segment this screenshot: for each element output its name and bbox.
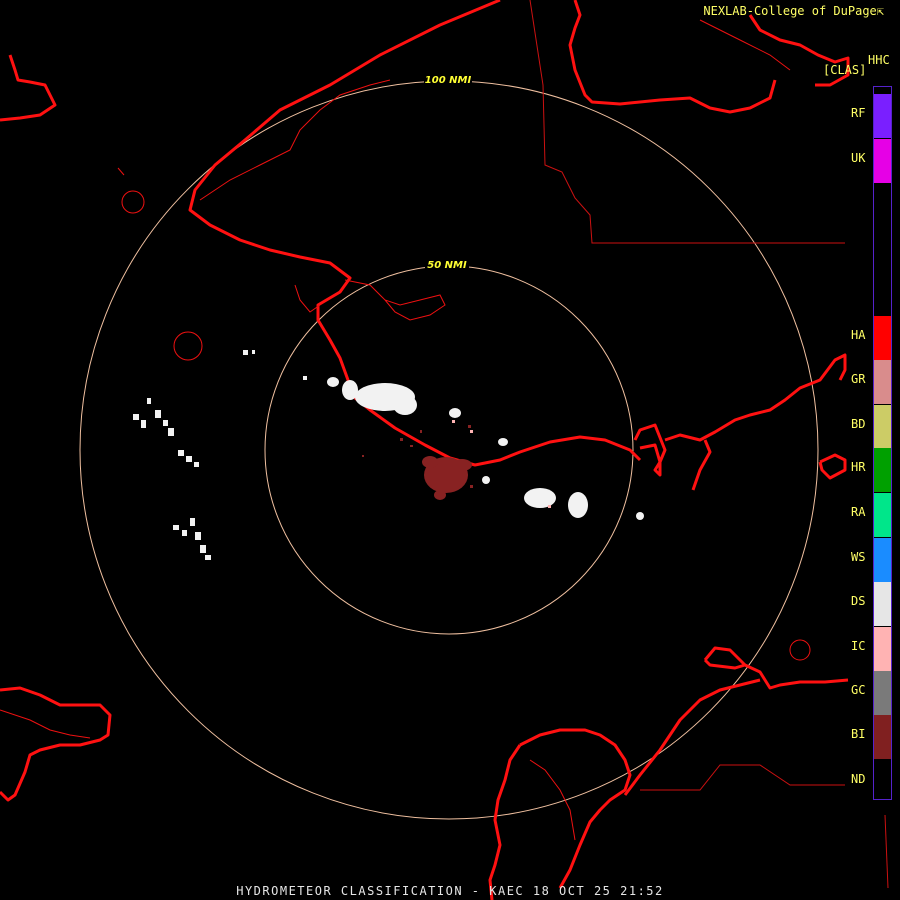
legend-label-ds: DS <box>851 594 866 608</box>
legend-label-ra: RA <box>851 505 866 519</box>
legend-swatch-uk <box>874 139 891 183</box>
product-tag: [CLAS] <box>823 63 867 77</box>
credit-mark-icon: ⇱ <box>876 4 884 18</box>
coastal-details <box>0 19 811 841</box>
radar-returns <box>133 350 644 560</box>
legend-label-ws: WS <box>851 550 866 564</box>
legend-swatch-bd <box>874 405 891 449</box>
legend-label-gc: GC <box>851 683 866 697</box>
range-label-50: 50 NMI <box>427 260 467 271</box>
legend-label-gr: GR <box>851 372 866 386</box>
legend-swatch-gr <box>874 360 891 404</box>
legend-swatch-gc <box>874 671 891 715</box>
legend-swatch-hr <box>874 448 891 492</box>
legend-swatch-ra <box>874 493 891 537</box>
legend-swatch-ws <box>874 538 891 582</box>
legend-swatch-bi <box>874 715 891 759</box>
legend-label-hr: HR <box>851 460 866 474</box>
credit-text: NEXLAB-College of DuPage <box>703 4 877 18</box>
legend-label-ha: HA <box>851 328 866 342</box>
boundary-lines <box>529 0 889 889</box>
legend-label-uk: UK <box>851 151 866 165</box>
legend-swatch-ds <box>874 582 891 626</box>
product-title: HYDROMETEOR CLASSIFICATION - KAEC 18 OCT… <box>236 884 664 898</box>
legend-swatch-rf <box>874 94 891 138</box>
legend-label-ic: IC <box>851 639 866 653</box>
credit-label: NEXLAB-College of DuPage⇱ <box>703 5 884 17</box>
legend-swatch-ic <box>874 627 891 671</box>
radar-map: 50 NMI 100 NMI <box>0 0 889 900</box>
product-code: HHC <box>868 53 890 67</box>
legend-swatch-ha <box>874 316 891 360</box>
range-ring-100 <box>79 80 819 820</box>
legend-label-rf: RF <box>851 106 866 120</box>
legend-label-bd: BD <box>851 417 866 431</box>
classification-legend <box>873 86 892 800</box>
legend-label-nd: ND <box>851 772 866 786</box>
legend-label-bi: BI <box>851 727 866 741</box>
range-label-100: 100 NMI <box>425 75 472 86</box>
